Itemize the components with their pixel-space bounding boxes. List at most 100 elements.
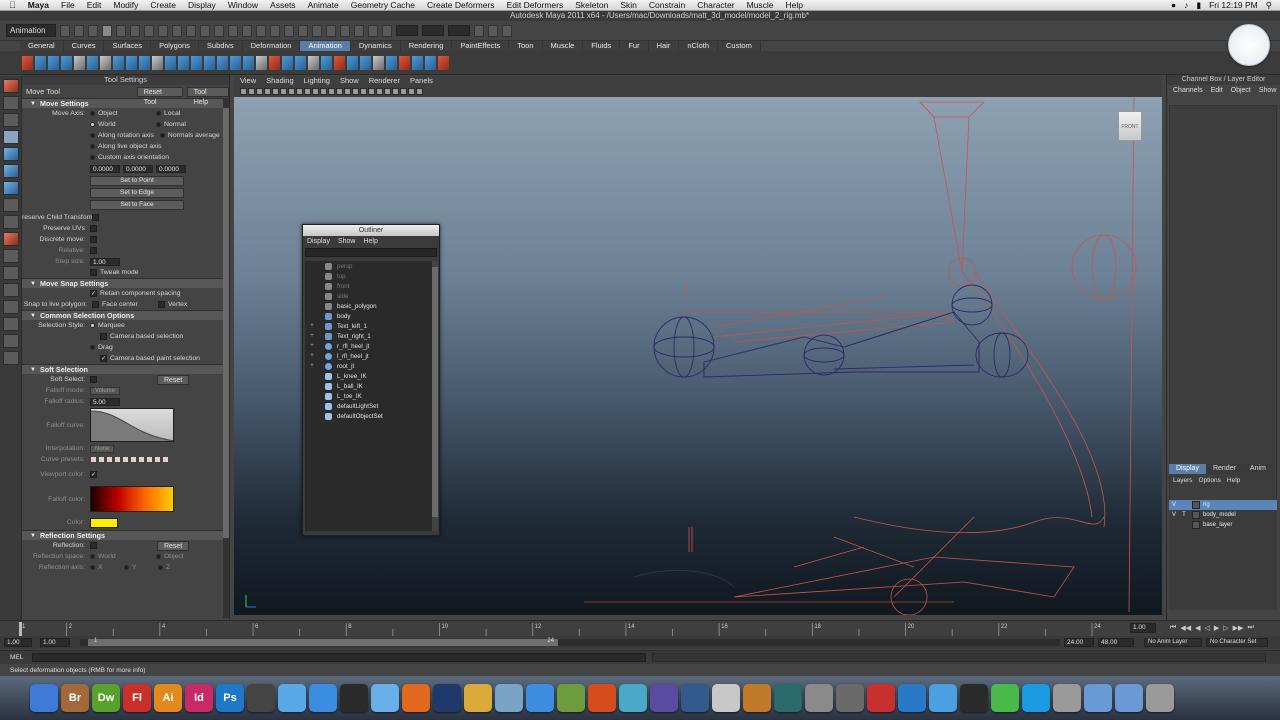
curve-preset-button[interactable] bbox=[122, 456, 129, 463]
layer-color-swatch[interactable] bbox=[1192, 511, 1200, 519]
set-to-face-button[interactable]: Set to Face bbox=[90, 200, 184, 210]
range-thumb[interactable]: 1 24 bbox=[88, 638, 558, 646]
layout-four-icon[interactable] bbox=[2, 266, 19, 280]
shadows-icon[interactable] bbox=[384, 88, 391, 95]
illustrator-icon[interactable]: Ai bbox=[154, 684, 182, 712]
playback-start-field[interactable]: 1.00 bbox=[40, 638, 70, 647]
falloff-curve-graph[interactable] bbox=[90, 408, 174, 442]
go-to-start-icon[interactable]: ⏮ bbox=[1170, 624, 1176, 632]
wire-icon[interactable] bbox=[308, 55, 319, 70]
apple-menu-icon[interactable]:  bbox=[0, 0, 22, 10]
tweak-mode-checkbox[interactable]: Tweak mode bbox=[90, 269, 139, 276]
ik-handle-icon[interactable] bbox=[126, 55, 137, 70]
mask-curve-icon[interactable] bbox=[172, 24, 182, 37]
play-forward-icon[interactable]: ▶ bbox=[1214, 624, 1219, 632]
lattice-icon[interactable] bbox=[269, 55, 280, 70]
menu-skin[interactable]: Skin bbox=[614, 0, 643, 10]
use-all-lights-icon[interactable] bbox=[376, 88, 383, 95]
pen-icon[interactable] bbox=[681, 684, 709, 712]
snap-grid-icon[interactable] bbox=[270, 24, 280, 37]
paint-select-tool-icon[interactable] bbox=[2, 113, 19, 127]
outliner-item[interactable]: + Text_left_1 bbox=[305, 321, 433, 331]
reflection-settings-header[interactable]: ▼ Reflection Settings bbox=[22, 530, 229, 540]
time-slider[interactable]: 1 2 4 6 8 10 12 14 16 18 20 22 24 1.00 ⏮ ◀◀ ◀ ◁ ▶ ▷ … bbox=[0, 620, 1280, 636]
paint-weights-icon[interactable] bbox=[165, 55, 176, 70]
shelf-tab-ncloth[interactable]: nCloth bbox=[679, 41, 719, 51]
outliner-item[interactable]: L_ball_IK bbox=[305, 381, 433, 391]
set-to-point-button[interactable]: Set to Point bbox=[90, 176, 184, 186]
mask-render-icon[interactable] bbox=[228, 24, 238, 37]
tool-settings-scrollbar[interactable] bbox=[223, 98, 229, 618]
search-icon[interactable]: ⚲ bbox=[1266, 0, 1272, 11]
gems-icon[interactable] bbox=[619, 684, 647, 712]
gate-mask-icon[interactable] bbox=[296, 88, 303, 95]
tool-settings-icon[interactable] bbox=[488, 24, 498, 37]
shelf-tab-general[interactable]: General bbox=[20, 41, 64, 51]
curve-preset-button[interactable] bbox=[90, 456, 97, 463]
reset-tool-button[interactable]: Reset Tool bbox=[136, 86, 183, 106]
viewport-menu-view[interactable]: View bbox=[240, 76, 256, 86]
outliner-item[interactable]: + Text_right_1 bbox=[305, 331, 433, 341]
bridge-icon[interactable]: Br bbox=[61, 684, 89, 712]
resolution-gate-icon[interactable] bbox=[288, 88, 295, 95]
outliner-item[interactable]: defaultObjectSet bbox=[305, 411, 433, 421]
snap-live-icon[interactable] bbox=[326, 24, 336, 37]
key-scale-icon[interactable] bbox=[61, 55, 72, 70]
dropbox-icon[interactable] bbox=[278, 684, 306, 712]
photoshop-icon[interactable]: Ps bbox=[216, 684, 244, 712]
last-tool-icon[interactable] bbox=[2, 232, 19, 246]
indesign-icon[interactable]: Id bbox=[185, 684, 213, 712]
layer-tab-display[interactable]: Display bbox=[1169, 464, 1206, 474]
axis-custom-radio[interactable]: Custom axis orientation bbox=[90, 154, 169, 161]
layer-tab-render[interactable]: Render bbox=[1205, 464, 1243, 474]
reflection-axis-y-radio[interactable]: Y bbox=[124, 564, 152, 571]
smooth-shade-icon[interactable] bbox=[336, 88, 343, 95]
playback-end-field[interactable]: 24.00 bbox=[1064, 638, 1094, 647]
itunes-icon[interactable] bbox=[526, 684, 554, 712]
menu-create-deformers[interactable]: Create Deformers bbox=[421, 0, 501, 10]
aim-constraint-icon[interactable] bbox=[191, 55, 202, 70]
ipr-render-icon[interactable] bbox=[368, 24, 378, 37]
shelf-tab-deformation[interactable]: Deformation bbox=[242, 41, 301, 51]
curve-preset-button[interactable] bbox=[154, 456, 161, 463]
menu-file[interactable]: File bbox=[55, 0, 81, 10]
outliner-item[interactable]: body bbox=[305, 311, 433, 321]
reflection-reset-button[interactable]: Reset bbox=[157, 540, 190, 551]
custom-axis-z-field[interactable]: 0.0000 bbox=[156, 164, 186, 173]
xray-joints-icon[interactable] bbox=[360, 88, 367, 95]
layer-menu-layers[interactable]: Layers bbox=[1173, 476, 1193, 486]
outliner-title[interactable]: Outliner bbox=[303, 225, 439, 236]
curve-preset-button[interactable] bbox=[98, 456, 105, 463]
mask-deform-icon[interactable] bbox=[200, 24, 210, 37]
channel-menu-channels[interactable]: Channels bbox=[1173, 85, 1203, 97]
sketch-icon[interactable] bbox=[712, 684, 740, 712]
curve-preset-button[interactable] bbox=[146, 456, 153, 463]
hq-rendering-icon[interactable] bbox=[392, 88, 399, 95]
menu-window[interactable]: Window bbox=[222, 0, 264, 10]
viewport-menu-panels[interactable]: Panels bbox=[410, 76, 433, 86]
menu-help[interactable]: Help bbox=[780, 0, 809, 10]
layer-visibility-toggle[interactable]: V bbox=[1169, 502, 1179, 508]
menu-display[interactable]: Display bbox=[182, 0, 222, 10]
scrollbar-thumb[interactable] bbox=[223, 108, 229, 538]
outliner-item[interactable]: + l_rfl_heel_jt bbox=[305, 351, 433, 361]
image-plane-icon[interactable] bbox=[264, 88, 271, 95]
keychain-icon[interactable] bbox=[836, 684, 864, 712]
shelf-tab-subdivs[interactable]: Subdivs bbox=[198, 41, 243, 51]
menu-create[interactable]: Create bbox=[144, 0, 182, 10]
set-key-icon[interactable] bbox=[22, 55, 33, 70]
axis-rotation-radio[interactable]: Along rotation axis bbox=[90, 132, 154, 139]
scrollbar-thumb[interactable] bbox=[432, 267, 438, 517]
select-object-icon[interactable] bbox=[116, 24, 126, 37]
menu-animate[interactable]: Animate bbox=[302, 0, 345, 10]
outliner-filter-field[interactable] bbox=[305, 248, 437, 257]
dreamweaver-icon[interactable]: Dw bbox=[92, 684, 120, 712]
custom-axis-y-field[interactable]: 0.0000 bbox=[123, 164, 153, 173]
shelf-tab-curves[interactable]: Curves bbox=[63, 41, 105, 51]
select-component-icon[interactable] bbox=[130, 24, 140, 37]
finder-icon[interactable] bbox=[30, 684, 58, 712]
reflection-axis-x-radio[interactable]: X bbox=[90, 564, 118, 571]
move-snap-header[interactable]: ▼ Move Snap Settings bbox=[22, 278, 229, 288]
guitar-icon[interactable] bbox=[743, 684, 771, 712]
textured-icon[interactable] bbox=[368, 88, 375, 95]
